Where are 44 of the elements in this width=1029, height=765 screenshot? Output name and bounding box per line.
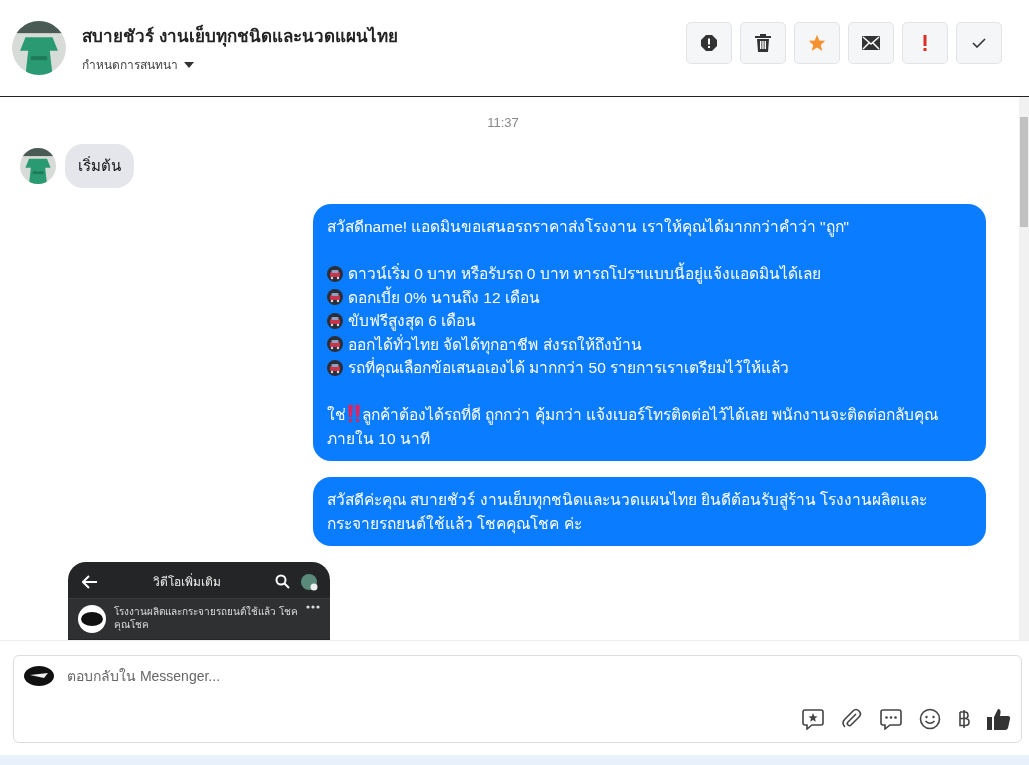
sticker-icon[interactable] <box>802 708 824 730</box>
more-icon <box>306 605 320 609</box>
scrollbar[interactable] <box>1019 97 1029 640</box>
page-name: โรงงานผลิตและกระจายรถยนต์ใช้แล้ว โชค คุณโชค <box>114 605 298 631</box>
profile-icon <box>300 572 318 591</box>
alert-button[interactable] <box>686 22 732 64</box>
car-icon <box>327 289 343 306</box>
message-text: ออกได้ทั่วไทย จัดได้ทุกอาชีพ ส่งรถให้ถึงบ้าน <box>348 333 642 356</box>
star-icon <box>808 34 826 52</box>
baht-icon[interactable] <box>958 708 970 730</box>
attach-icon[interactable] <box>841 708 863 730</box>
exclamation-icon <box>923 35 927 51</box>
emoji-icon[interactable] <box>919 708 941 730</box>
star-button[interactable] <box>794 22 840 64</box>
screen-title: วิดีโอเพิ่มเติม <box>151 572 222 591</box>
message-text: สวัสดีname! แอดมินขอเสนอรถราคาส่งโรงงาน เราให้คุณได้มากกว่าคำว่า "ถูก" <box>327 217 850 239</box>
page-logo-icon <box>24 666 54 686</box>
message-text: ดาวน์เริ่ม 0 บาท หรือรับรถ 0 บาท หารถโปรฯแบบนี้อยู่แจ้งแอดมินได้เลย <box>348 262 822 286</box>
message-text: ดอกเบี้ย 0% นานถึง 12 เดือน <box>348 285 540 308</box>
message-text: ใช่ ลูกค้าต้องได้รถที่ดี ถูกกว่า คุ้มกว่า แจ้งเบอร์โทรติดต่อไว้ได้เลย พนักงานจะติดต่อกลับคุณภายใน 10 นาที <box>327 406 939 447</box>
caret-icon <box>184 61 194 68</box>
timestamp: 11:37 <box>487 115 519 130</box>
page-logo-icon <box>78 605 106 633</box>
message-text: ขับฟรีสูงสุด 6 เดือน <box>348 311 477 333</box>
double-exclamation-icon <box>347 405 361 423</box>
incoming-message: เริ่มต้น <box>65 144 134 188</box>
chat-bubble-icon[interactable] <box>880 708 902 730</box>
car-icon <box>327 265 343 282</box>
thumbs-up-icon[interactable] <box>987 708 1011 730</box>
car-icon <box>327 312 343 329</box>
message-text: รถที่คุณเลือกข้อเสนอเองได้ มากกว่า 50 รายการเราเตรียมไว้ให้แล้ว <box>348 356 790 380</box>
trash-icon <box>755 34 771 52</box>
search-icon <box>275 574 290 589</box>
contact-name: สบายชัวร์ งานเย็บทุกชนิดและนวดแผนไทย <box>82 24 398 49</box>
mail-icon <box>862 36 880 50</box>
back-arrow-icon <box>82 574 98 589</box>
car-icon <box>327 359 343 376</box>
mail-button[interactable] <box>848 22 894 64</box>
delete-button[interactable] <box>740 22 786 64</box>
message-text: สวัสดีค่ะคุณ สบายชัวร์ งานเย็บทุกชนิดและนวดแผนไทย ยินดีต้อนรับสู่ร้าน โรงงานผลิตและกระจายรถยนต์ใช้แล้ว โชคคุณโชค ค่ะ <box>327 489 929 535</box>
check-icon <box>972 38 986 48</box>
conversation-menu[interactable]: กำหนดการสนทนา <box>82 55 398 74</box>
alert-icon <box>700 34 718 52</box>
car-icon <box>327 336 343 353</box>
